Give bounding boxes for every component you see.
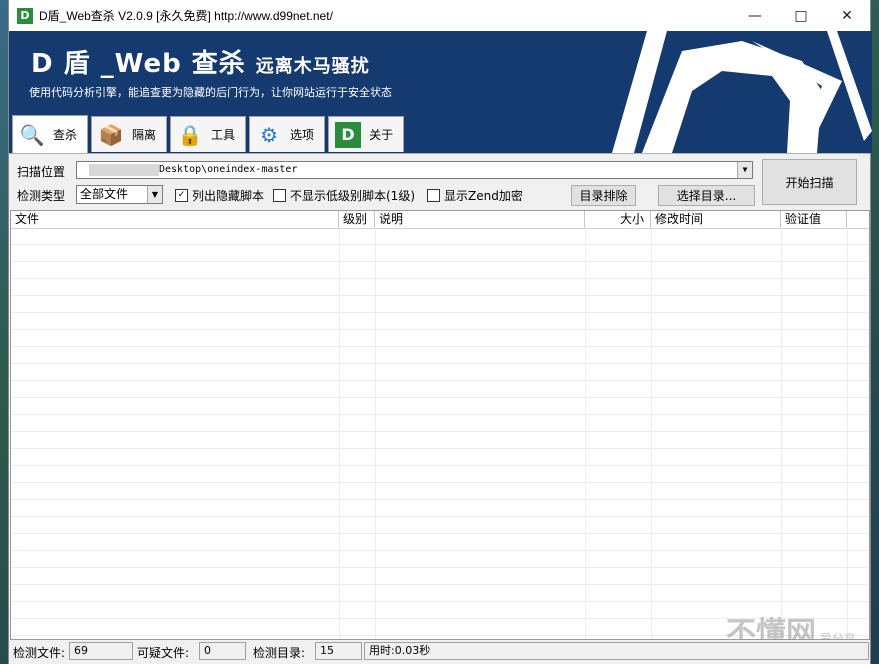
col-header-modified[interactable]: 修改时间 bbox=[651, 211, 781, 228]
column-divider bbox=[375, 228, 376, 639]
banner-title-text: D 盾 _Web 查杀 bbox=[31, 49, 246, 79]
title-bar: D D盾_Web查杀 V2.0.9 [永久免费] http://www.d99n… bbox=[9, 0, 870, 31]
scan-type-value: 全部文件 bbox=[80, 187, 129, 201]
col-header-size[interactable]: 大小 bbox=[585, 211, 651, 228]
table-rows-empty bbox=[11, 228, 869, 639]
d-shield-logo-icon bbox=[612, 31, 872, 153]
column-divider bbox=[585, 228, 586, 639]
box-icon: 📦 bbox=[98, 122, 124, 147]
files-checked-value: 69 bbox=[69, 642, 133, 660]
tab-options[interactable]: ⚙ 选项 bbox=[249, 116, 326, 152]
choose-dir-button[interactable]: 选择目录... bbox=[658, 185, 755, 206]
banner-subtitle: 远离木马骚扰 bbox=[255, 56, 370, 77]
show-zend-checkbox[interactable]: 显示Zend加密 bbox=[427, 187, 523, 204]
tab-label: 关于 bbox=[369, 128, 394, 142]
lock-icon: 🔒 bbox=[177, 122, 203, 147]
column-divider bbox=[339, 228, 340, 639]
column-divider bbox=[651, 228, 652, 639]
chevron-down-icon[interactable]: ▼ bbox=[147, 186, 162, 203]
files-checked-label: 检测文件: bbox=[13, 646, 66, 660]
close-button[interactable]: ✕ bbox=[824, 0, 870, 31]
suspect-files-value: 0 bbox=[199, 642, 246, 660]
app-window: D D盾_Web查杀 V2.0.9 [永久免费] http://www.d99n… bbox=[8, 0, 872, 664]
exclude-dirs-button[interactable]: 目录排除 bbox=[571, 185, 636, 206]
dirs-checked-value: 15 bbox=[315, 642, 362, 660]
tab-bar: 🔍 查杀 📦 隔离 🔒 工具 ⚙ 选项 D 关于 bbox=[12, 115, 407, 153]
col-header-hash[interactable]: 验证值 bbox=[781, 211, 847, 228]
maximize-button[interactable]: □ bbox=[778, 0, 824, 31]
banner-title: D 盾 _Web 查杀 远离木马骚扰 bbox=[31, 43, 370, 80]
list-hidden-checkbox[interactable]: ✓ 列出隐藏脚本 bbox=[175, 187, 264, 204]
elapsed-time: 用时:0.03秒 bbox=[364, 642, 869, 660]
magnifier-icon: 🔍 bbox=[19, 122, 45, 147]
window-controls: — □ ✕ bbox=[732, 0, 870, 31]
column-divider bbox=[781, 228, 782, 639]
start-scan-button[interactable]: 开始扫描 bbox=[762, 159, 857, 205]
checkbox-unchecked[interactable] bbox=[273, 189, 286, 202]
minimize-button[interactable]: — bbox=[732, 0, 778, 31]
tab-about[interactable]: D 关于 bbox=[328, 116, 405, 152]
results-table[interactable]: 文件 级别 说明 大小 修改时间 验证值 bbox=[10, 210, 870, 640]
window-title: D盾_Web查杀 V2.0.9 [永久免费] http://www.d99net… bbox=[39, 9, 333, 23]
scan-path-combobox[interactable]: Desktop\oneindex-master ▼ bbox=[76, 161, 753, 179]
tab-tools[interactable]: 🔒 工具 bbox=[170, 116, 247, 152]
column-divider bbox=[847, 228, 848, 639]
checkbox-unchecked[interactable] bbox=[427, 189, 440, 202]
chevron-down-icon[interactable]: ▼ bbox=[737, 162, 752, 178]
blurred-path-segment bbox=[89, 164, 159, 176]
checkbox-label: 显示Zend加密 bbox=[444, 189, 523, 203]
tab-quarantine[interactable]: 📦 隔离 bbox=[91, 116, 168, 152]
dirs-checked-label: 检测目录: bbox=[253, 646, 306, 660]
scan-path-value: Desktop\oneindex-master bbox=[159, 164, 298, 175]
path-label: 扫描位置 bbox=[17, 165, 66, 179]
app-icon: D bbox=[17, 7, 33, 24]
scan-controls: 扫描位置 Desktop\oneindex-master ▼ 检测类型 全部文件… bbox=[9, 153, 870, 211]
checkbox-checked[interactable]: ✓ bbox=[175, 189, 188, 202]
status-bar: 检测文件: 69 可疑文件: 0 检测目录: 15 用时:0.03秒 bbox=[9, 640, 870, 664]
hide-low-level-checkbox[interactable]: 不显示低级别脚本(1级) bbox=[273, 187, 415, 204]
tab-label: 选项 bbox=[290, 128, 315, 142]
col-header-description[interactable]: 说明 bbox=[375, 211, 585, 228]
tab-scan[interactable]: 🔍 查杀 bbox=[12, 115, 89, 153]
banner-description: 使用代码分析引擎，能追查更为隐藏的后门行为，让你网站运行于安全状态 bbox=[29, 86, 392, 99]
suspect-files-label: 可疑文件: bbox=[137, 646, 190, 660]
checkbox-label: 不显示低级别脚本(1级) bbox=[290, 189, 415, 203]
tab-label: 工具 bbox=[211, 128, 236, 142]
scan-type-select[interactable]: 全部文件 ▼ bbox=[76, 185, 163, 204]
gear-icon: ⚙ bbox=[260, 122, 279, 147]
type-label: 检测类型 bbox=[17, 189, 66, 203]
checkbox-label: 列出隐藏脚本 bbox=[192, 189, 265, 203]
col-header-level[interactable]: 级别 bbox=[339, 211, 375, 228]
table-header: 文件 级别 说明 大小 修改时间 验证值 bbox=[11, 211, 869, 229]
d-logo-icon: D bbox=[335, 121, 362, 148]
col-header-file[interactable]: 文件 bbox=[11, 211, 339, 228]
tab-label: 隔离 bbox=[132, 128, 157, 142]
tab-label: 查杀 bbox=[53, 128, 78, 142]
